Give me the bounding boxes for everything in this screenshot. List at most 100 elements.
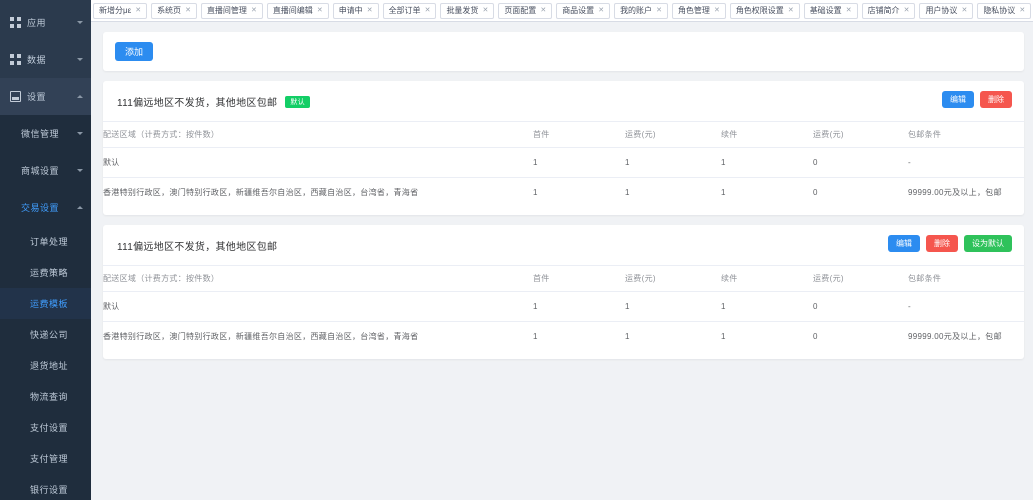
close-icon[interactable]: ✕	[656, 3, 662, 19]
close-icon[interactable]: ✕	[317, 3, 323, 19]
close-icon[interactable]: ✕	[961, 3, 967, 19]
tab-item[interactable]: 申请中✕	[333, 3, 379, 19]
tab-item[interactable]: 角色权限设置✕	[730, 3, 800, 19]
close-icon[interactable]: ✕	[714, 3, 720, 19]
tab-item[interactable]: 页面配置✕	[498, 3, 552, 19]
sidebar-group-settings[interactable]: 设置	[0, 78, 91, 115]
sidebar-group-settings-label: 设置	[27, 90, 75, 103]
cell-free-condition: 99999.00元及以上，包邮	[908, 322, 1024, 352]
close-icon[interactable]: ✕	[135, 3, 141, 19]
cell-free-condition: 99999.00元及以上，包邮	[908, 178, 1024, 208]
close-icon[interactable]: ✕	[1019, 3, 1025, 19]
tab-item[interactable]: 直播间管理✕	[201, 3, 263, 19]
close-icon[interactable]: ✕	[846, 3, 852, 19]
tab-item[interactable]: 用户协议✕	[919, 3, 973, 19]
card-actions: 编辑删除设为默认	[888, 235, 1012, 252]
tab-label: 批量发货	[446, 3, 478, 19]
tab-label: 新增分με	[99, 3, 131, 19]
tab-item[interactable]: 系统页✕	[151, 3, 197, 19]
tab-item[interactable]: 角色管理✕	[672, 3, 726, 19]
sidebar-item-payment-management[interactable]: 支付管理	[0, 443, 91, 474]
grid-icon	[10, 17, 21, 28]
sidebar-item-logistics-query[interactable]: 物流查询	[0, 381, 91, 412]
sidebar-item-logistics-query-label: 物流查询	[30, 390, 68, 403]
cell-first-fee: 1	[625, 178, 721, 208]
tab-item[interactable]: 全部订单✕	[383, 3, 437, 19]
cell-region: 香港特别行政区，澳门特别行政区，新疆维吾尔自治区，西藏自治区，台湾省，青海省	[103, 178, 533, 208]
tab-item[interactable]: 批量发货✕	[440, 3, 494, 19]
close-icon[interactable]: ✕	[904, 3, 910, 19]
edit-button[interactable]: 编辑	[888, 235, 920, 252]
sidebar-group-apps[interactable]: 应用	[0, 4, 91, 41]
close-icon[interactable]: ✕	[251, 3, 257, 19]
sidebar-item-trade-settings[interactable]: 交易设置	[0, 189, 91, 226]
tab-label: 用户协议	[925, 3, 957, 19]
close-icon[interactable]: ✕	[367, 3, 373, 19]
close-icon[interactable]: ✕	[482, 3, 488, 19]
close-icon[interactable]: ✕	[425, 3, 431, 19]
column-header-extra-fee: 运费(元)	[813, 122, 908, 148]
tab-item[interactable]: 商品设置✕	[556, 3, 610, 19]
set-default-button[interactable]: 设为默认	[964, 235, 1012, 252]
cell-region: 香港特别行政区，澳门特别行政区，新疆维吾尔自治区，西藏自治区，台湾省，青海省	[103, 322, 533, 352]
tab-item[interactable]: 新增分με✕	[93, 3, 147, 19]
sidebar-item-bank-settings[interactable]: 银行设置	[0, 474, 91, 500]
tab-label: 角色管理	[678, 3, 710, 19]
tab-item[interactable]: 店铺简介✕	[862, 3, 916, 19]
close-icon[interactable]: ✕	[788, 3, 794, 19]
sidebar-item-shipping-strategy[interactable]: 运费策略	[0, 257, 91, 288]
card-actions: 编辑删除	[942, 91, 1012, 108]
tab-item[interactable]: 我的账户✕	[614, 3, 668, 19]
shipping-rules-table: 配送区域（计费方式：按件数）首件运费(元)续件运费(元)包邮条件默认1110-香…	[103, 121, 1024, 207]
cell-extra-fee: 0	[813, 292, 908, 322]
tab-bar[interactable]: 新增分με✕系统页✕直播间管理✕直播间编辑✕申请中✕全部订单✕批量发货✕页面配置…	[91, 0, 1033, 22]
column-header-region: 配送区域（计费方式：按件数）	[103, 122, 533, 148]
sidebar-item-payment-settings[interactable]: 支付设置	[0, 412, 91, 443]
card-header: 111偏远地区不发货，其他地区包邮编辑删除设为默认	[103, 225, 1024, 265]
delete-button[interactable]: 删除	[926, 235, 958, 252]
document-icon	[10, 91, 21, 102]
sidebar-item-return-address[interactable]: 退货地址	[0, 350, 91, 381]
cell-free-condition: -	[908, 148, 1024, 178]
sidebar-group-data-label: 数据	[27, 53, 75, 66]
sidebar-item-wechat-management[interactable]: 微信管理	[0, 115, 91, 152]
tab-item[interactable]: 隐私协议✕	[977, 3, 1031, 19]
cell-extra-item: 1	[721, 292, 813, 322]
sidebar-item-wechat-management-label: 微信管理	[21, 127, 75, 140]
tab-label: 店铺简介	[868, 3, 900, 19]
chevron-down-icon	[77, 169, 83, 172]
cell-first-item: 1	[533, 292, 625, 322]
edit-button[interactable]: 编辑	[942, 91, 974, 108]
cell-extra-fee: 0	[813, 148, 908, 178]
chevron-up-icon	[77, 206, 83, 209]
sidebar: 应用 数据 设置 微信管理 商城设置	[0, 0, 91, 500]
sidebar-group-data[interactable]: 数据	[0, 41, 91, 78]
app-root: 应用 数据 设置 微信管理 商城设置	[0, 0, 1033, 500]
tab-label: 页面配置	[504, 3, 536, 19]
sidebar-item-order-processing-label: 订单处理	[30, 235, 68, 248]
toolbar-card: 添加	[103, 32, 1024, 71]
sidebar-item-courier-company[interactable]: 快递公司	[0, 319, 91, 350]
close-icon[interactable]: ✕	[598, 3, 604, 19]
delete-button[interactable]: 删除	[980, 91, 1012, 108]
add-button[interactable]: 添加	[115, 42, 153, 61]
sidebar-item-order-processing[interactable]: 订单处理	[0, 226, 91, 257]
tab-item[interactable]: 基础设置✕	[804, 3, 858, 19]
close-icon[interactable]: ✕	[540, 3, 546, 19]
sidebar-item-shipping-template[interactable]: 运费模板	[0, 288, 91, 319]
cell-region: 默认	[103, 148, 533, 178]
tab-label: 系统页	[157, 3, 181, 19]
cell-extra-fee: 0	[813, 178, 908, 208]
card-header: 111偏远地区不发货，其他地区包邮默认编辑删除	[103, 81, 1024, 121]
column-header-first-item: 首件	[533, 122, 625, 148]
cell-first-fee: 1	[625, 148, 721, 178]
sidebar-item-mall-settings[interactable]: 商城设置	[0, 152, 91, 189]
chevron-up-icon	[77, 95, 83, 98]
tab-item[interactable]: 直播间编辑✕	[267, 3, 329, 19]
tab-label: 直播间管理	[207, 3, 247, 19]
table-row: 默认1110-	[103, 292, 1024, 322]
chevron-down-icon	[77, 58, 83, 61]
close-icon[interactable]: ✕	[185, 3, 191, 19]
cell-extra-fee: 0	[813, 322, 908, 352]
column-header-free-condition: 包邮条件	[908, 266, 1024, 292]
